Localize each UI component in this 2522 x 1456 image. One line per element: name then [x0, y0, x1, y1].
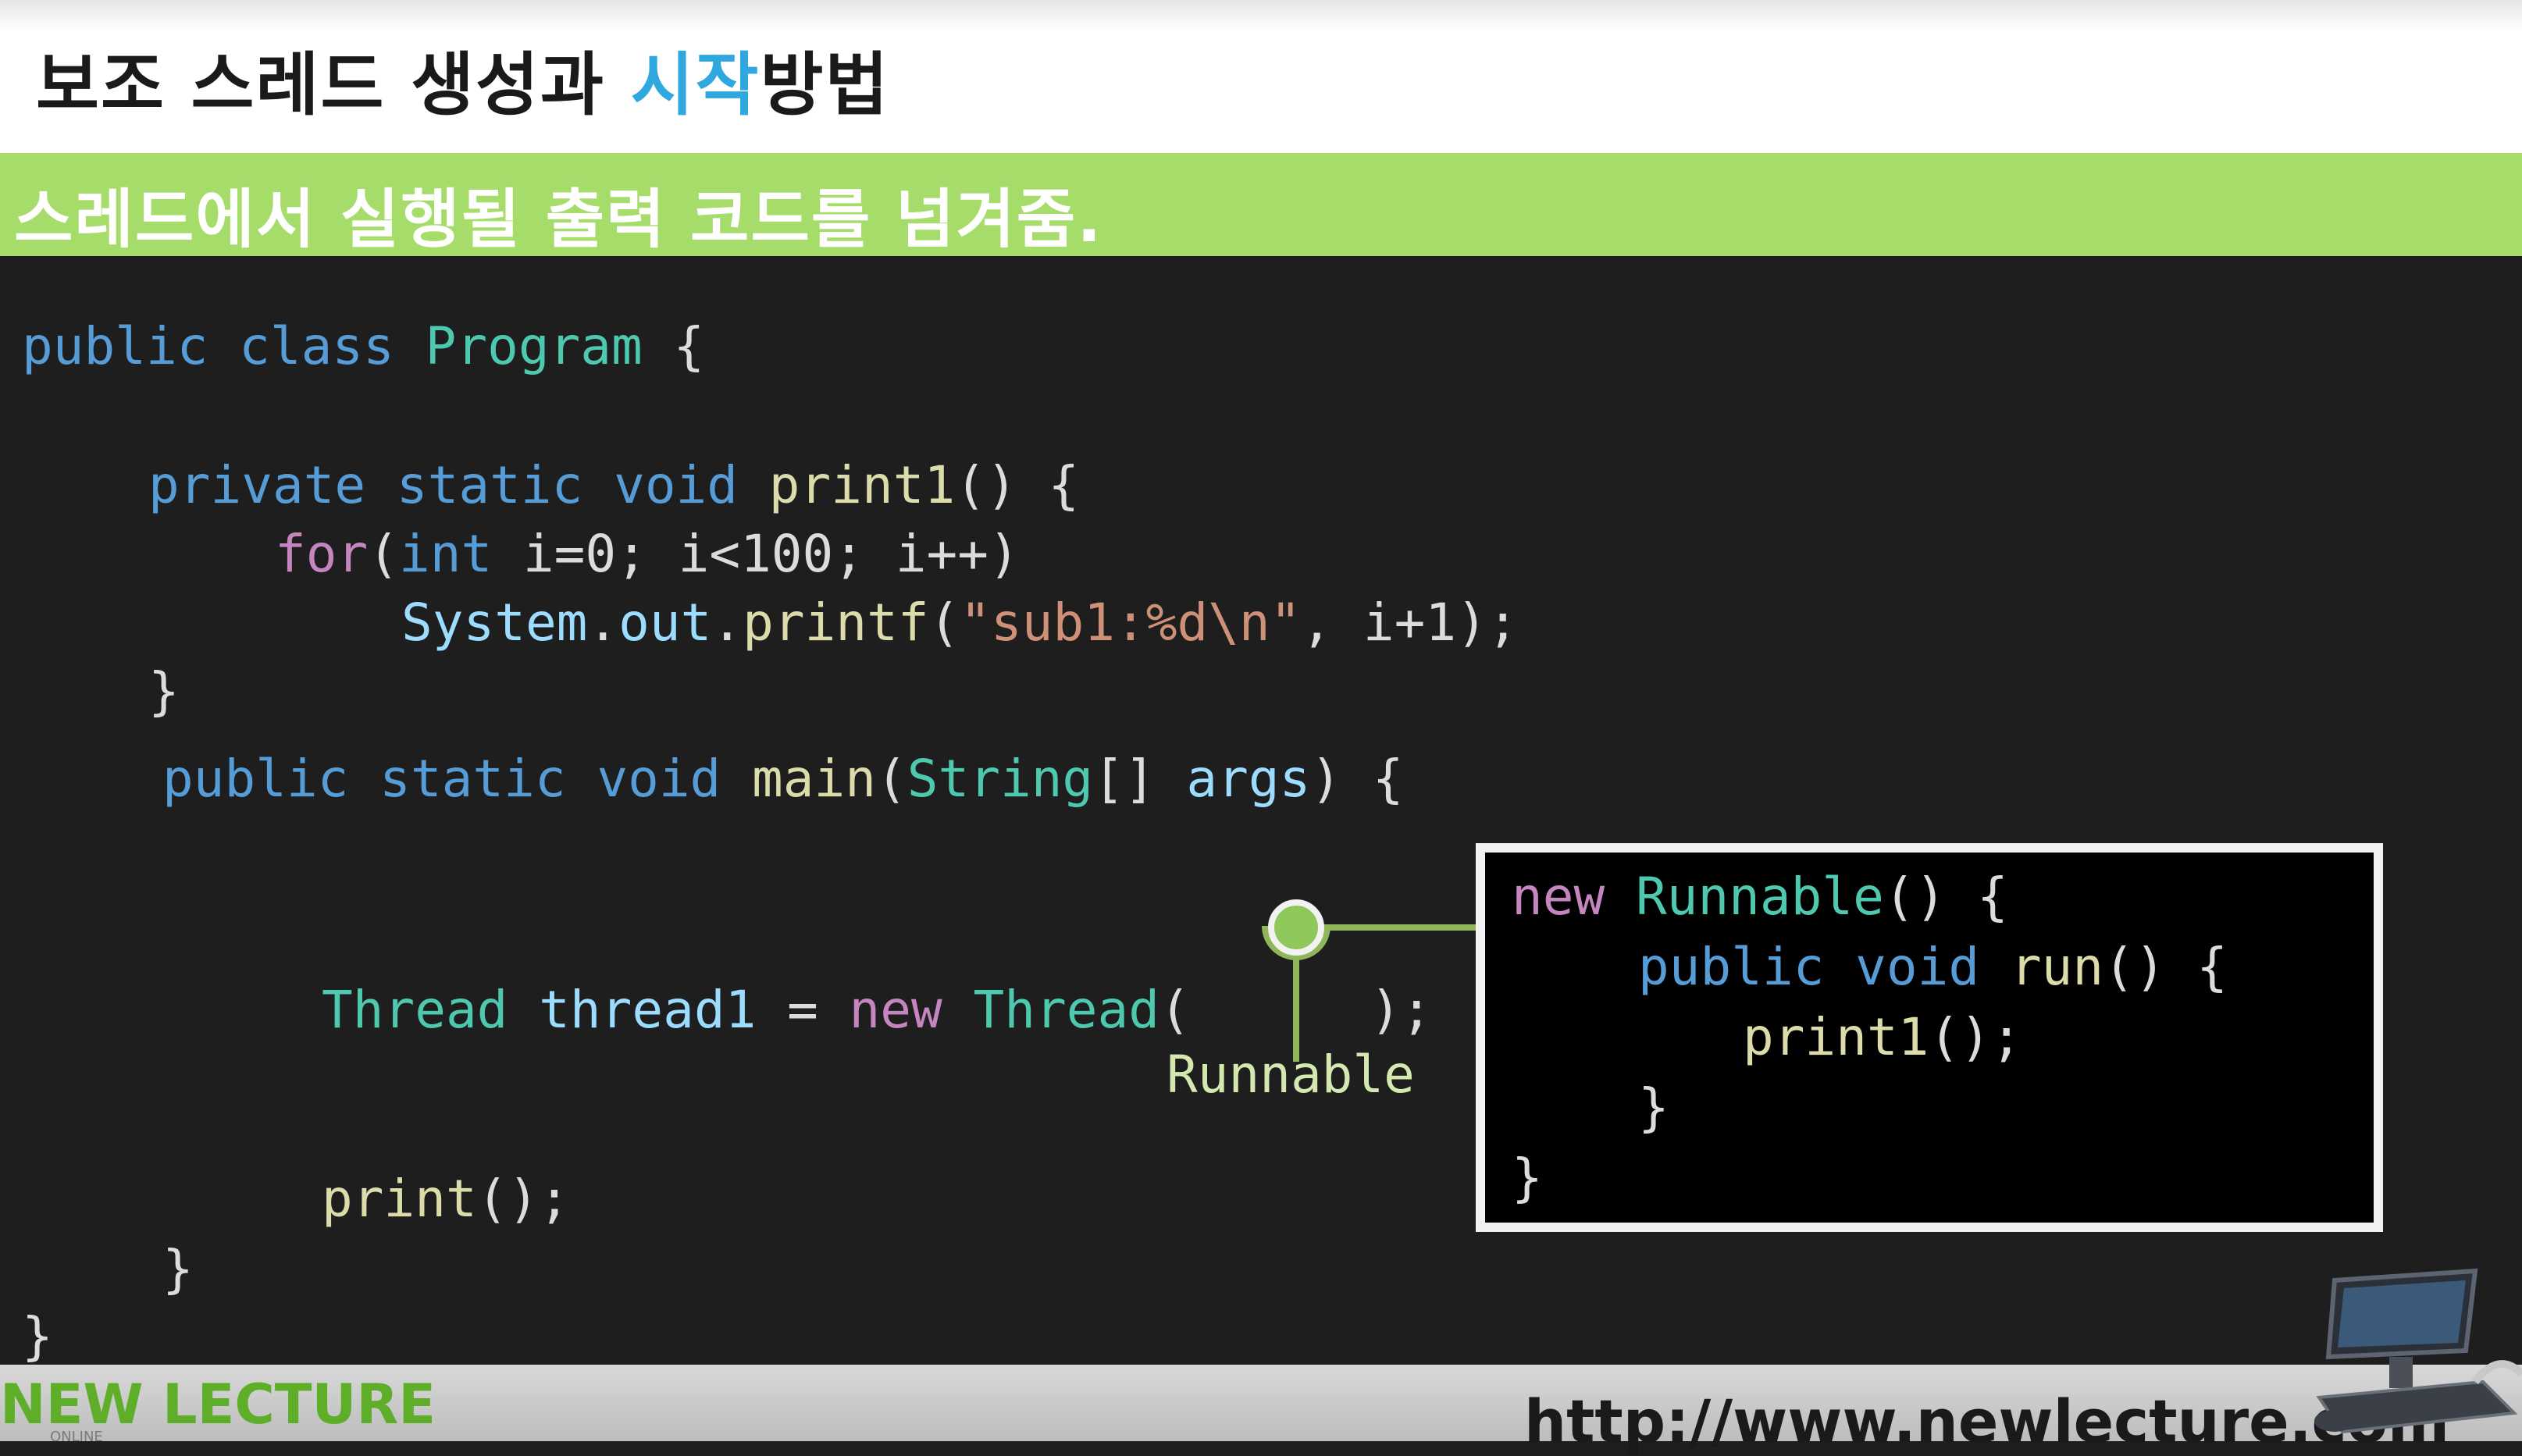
- keyword: static: [379, 749, 566, 809]
- punctuation: ();: [476, 1169, 570, 1229]
- brace: }: [162, 1239, 194, 1299]
- brace: }: [1638, 1077, 1669, 1137]
- punctuation: ();: [1929, 1007, 2022, 1067]
- logo-text: EW LECTURE: [45, 1372, 436, 1436]
- code-line-printf: System.out.printf("sub1:%d\n", i+1);: [401, 589, 1519, 657]
- punctuation: () {: [1883, 867, 2008, 927]
- identifier: out: [618, 593, 712, 653]
- code-line-print1-decl: private static void print1() {: [148, 451, 1079, 520]
- popup-line-new-runnable: new Runnable() {: [1512, 862, 2008, 932]
- popup-line-run-decl: public void run() {: [1638, 932, 2228, 1002]
- popup-line-close-run: }: [1638, 1073, 1669, 1143]
- brace: }: [148, 661, 180, 721]
- keyword: class: [239, 316, 394, 376]
- method-name: printf: [743, 593, 929, 653]
- parameter: args: [1186, 749, 1311, 809]
- keyword: new: [849, 980, 942, 1040]
- keyword: void: [1855, 937, 1980, 997]
- code-line-close-brace: }: [148, 657, 180, 726]
- class-name: Program: [425, 316, 643, 376]
- interface-connector-icon: [1262, 899, 1484, 1062]
- method-name: print1: [1743, 1007, 1929, 1067]
- punctuation: (: [368, 524, 399, 584]
- keyword: static: [396, 455, 583, 515]
- footer-bar: NEW LECTURE ONLINE http://www.newlecture…: [0, 1365, 2522, 1456]
- type-name: Runnable: [1635, 867, 1884, 927]
- code-line-close-main: }: [162, 1235, 194, 1304]
- runnable-code-popup: new Runnable() { public void run() { pri…: [1476, 843, 2383, 1232]
- punctuation: (: [928, 593, 960, 653]
- brace: }: [22, 1306, 53, 1366]
- title-text: 보조 스레드 생성과: [36, 44, 631, 125]
- punctuation: []: [1093, 749, 1187, 809]
- punctuation: .: [587, 593, 619, 653]
- keyword: void: [614, 455, 739, 515]
- subtitle-banner: 스레드에서 실행될 출력 코드를 넘겨줌.: [0, 153, 2522, 257]
- keyword: public: [1638, 937, 1825, 997]
- code-line-for-loop: for(int i=0; i<100; i++): [275, 520, 1020, 589]
- slide-subtitle: 스레드에서 실행될 출력 코드를 넘겨줌.: [14, 183, 1103, 257]
- keyword: for: [275, 524, 369, 584]
- code-line-close-class: }: [22, 1302, 53, 1371]
- punctuation: , i+1);: [1301, 593, 1519, 653]
- brace: }: [1512, 1148, 1543, 1208]
- popup-line-print1-call: print1();: [1743, 1002, 2022, 1073]
- logo-subtext: ONLINE: [50, 1429, 103, 1445]
- method-name: print1: [768, 455, 956, 515]
- identifier: System: [401, 593, 588, 653]
- title-text-end: 방법: [760, 44, 890, 125]
- computer-icon: [2314, 1268, 2522, 1434]
- punctuation: ) {: [1310, 749, 1404, 809]
- type-name: Thread: [322, 980, 508, 1040]
- logo-letter: N: [0, 1372, 46, 1436]
- punctuation: (: [876, 749, 907, 809]
- keyword: int: [398, 524, 493, 584]
- code-line-main-decl: public static void main(String[] args) {: [162, 745, 1404, 813]
- keyword: public: [22, 316, 208, 376]
- variable: thread1: [539, 980, 757, 1040]
- title-bar: 보조 스레드 생성과 시작방법: [0, 0, 2522, 153]
- title-accent-text: 시작: [630, 44, 761, 125]
- method-name: run: [2010, 937, 2104, 997]
- punctuation: () {: [2103, 937, 2228, 997]
- method-name: main: [752, 749, 876, 809]
- punctuation: (: [1159, 980, 1191, 1040]
- type-name: String: [907, 749, 1094, 809]
- runnable-label: Runnable: [1167, 1045, 1415, 1105]
- type-name: Thread: [973, 980, 1159, 1040]
- code-line-class-decl: public class Program {: [22, 312, 704, 381]
- slide-title: 보조 스레드 생성과 시작방법: [36, 30, 889, 129]
- keyword: public: [162, 749, 349, 809]
- keyword: new: [1512, 867, 1605, 927]
- operator: =: [756, 980, 850, 1040]
- method-name: print: [322, 1169, 477, 1229]
- keyword: private: [148, 455, 366, 515]
- code-line-print-call: print();: [322, 1165, 570, 1234]
- punctuation: .: [711, 593, 743, 653]
- string-literal: "sub1:%d\n": [960, 593, 1302, 653]
- keyword: void: [597, 749, 721, 809]
- loop-expression: i=0; i<100; i++): [492, 524, 1020, 584]
- newlecture-logo: NEW LECTURE: [0, 1372, 436, 1436]
- popup-line-close-class: }: [1512, 1143, 1543, 1213]
- punctuation: () {: [955, 455, 1080, 515]
- brace: {: [673, 316, 705, 376]
